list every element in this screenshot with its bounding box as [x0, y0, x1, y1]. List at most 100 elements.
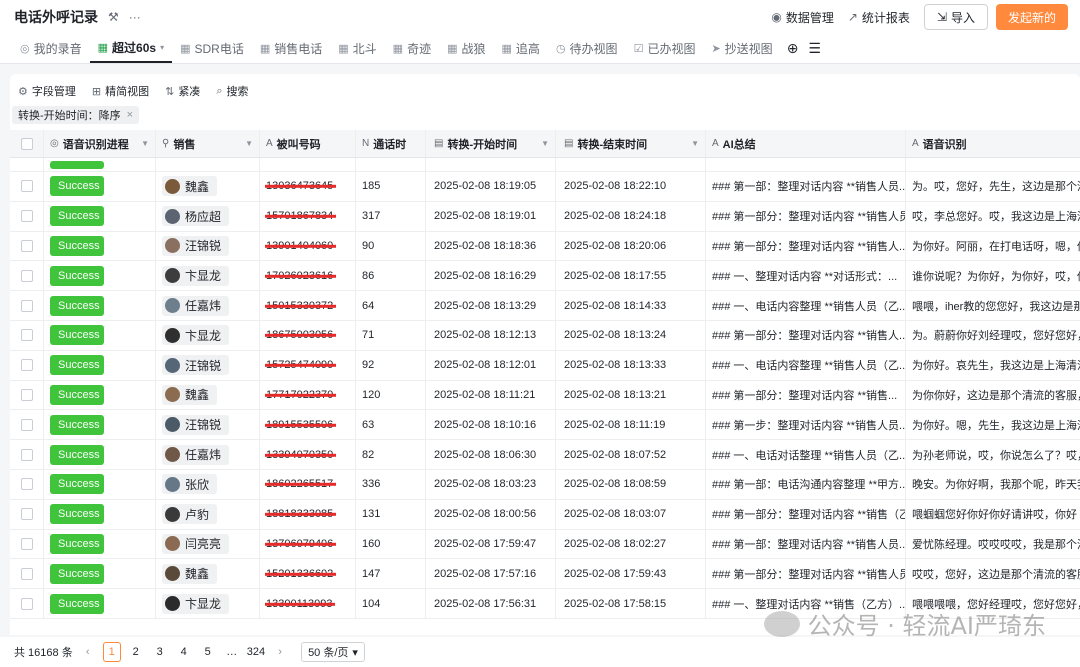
sort-filter-chip[interactable]: 转换-开始时间：降序 × — [12, 106, 140, 124]
sales-person-tag[interactable]: 汪锦锐 — [162, 414, 230, 435]
search-button[interactable]: ⌕ 搜索 — [216, 83, 248, 99]
caret-icon[interactable]: ▼ — [245, 139, 253, 148]
add-view-icon[interactable]: ⊕ — [787, 40, 799, 57]
page-size-select[interactable]: 50 条/页 ▾ — [301, 642, 365, 662]
table-row[interactable]: Success 魏鑫 15201336602 147 2025-02-08 17:57:… — [10, 559, 1080, 590]
row-checkbox[interactable] — [10, 529, 44, 559]
caret-icon[interactable]: ▼ — [541, 139, 549, 148]
table-row[interactable]: Success 魏鑫 17717022370 120 2025-02-08 18:11:… — [10, 380, 1080, 411]
field-manage-button[interactable]: ⚙ 字段管理 — [18, 83, 76, 99]
col-sales[interactable]: ⚲ 销售 ▼ — [156, 130, 260, 157]
list-menu-icon[interactable]: ☰ — [808, 40, 821, 57]
table-row[interactable]: Success 杨应超 15701867834 317 2025-02-08 18:19… — [10, 201, 1080, 232]
row-checkbox[interactable] — [10, 291, 44, 320]
row-checkbox[interactable] — [10, 201, 44, 231]
table-row[interactable]: Success 任嘉炜 15015330372 64 2025-02-08 18:13:… — [10, 291, 1080, 321]
table-row[interactable]: Success 卢豹 18818333085 131 2025-02-08 18:00:… — [10, 499, 1080, 530]
page-3[interactable]: 3 — [151, 642, 169, 662]
table-row[interactable]: Success 卞显龙 17026023616 86 2025-02-08 18:16:… — [10, 261, 1080, 292]
col-called-number[interactable]: A 被叫号码 — [260, 130, 356, 157]
row-checkbox[interactable] — [10, 410, 44, 440]
sales-person-tag[interactable]: 卞显龙 — [162, 265, 230, 286]
caret-icon[interactable]: ▼ — [691, 139, 699, 148]
import-button[interactable]: ⇲ 导入 — [923, 4, 988, 30]
row-checkbox[interactable] — [10, 469, 44, 499]
row-checkbox[interactable] — [10, 261, 44, 291]
tab-cc-view[interactable]: ➤ 抄送视图 — [703, 33, 780, 63]
sales-person-tag[interactable]: 张欣 — [162, 474, 218, 495]
select-all-checkbox[interactable] — [10, 130, 44, 157]
phone-cell: 15701867834 — [260, 201, 356, 231]
page-4[interactable]: 4 — [175, 642, 193, 662]
chevron-down-icon[interactable]: ▾ — [160, 43, 164, 52]
table-row[interactable]: Success 汪锦锐 18915535506 63 2025-02-08 18:10:… — [10, 410, 1080, 441]
row-checkbox[interactable] — [10, 231, 44, 261]
sales-person-tag[interactable]: 卞显龙 — [162, 593, 230, 614]
more-icon[interactable]: ··· — [129, 10, 141, 24]
row-checkbox[interactable] — [10, 320, 44, 350]
table-row[interactable]: Success 汪锦锐 15725474090 92 2025-02-08 18:12:… — [10, 350, 1080, 381]
tab-sales-calls[interactable]: ▦ 销售电话 — [252, 33, 330, 63]
sales-person-tag[interactable]: 魏鑫 — [162, 384, 218, 405]
table-row[interactable]: Success 卞显龙 18675003056 71 2025-02-08 18:12:… — [10, 320, 1080, 351]
tab-done-view[interactable]: ☑ 已办视图 — [626, 33, 704, 63]
row-checkbox[interactable] — [10, 559, 44, 589]
data-manage-link[interactable]: ◉ 数据管理 — [771, 9, 834, 26]
table-row[interactable]: Success 闫亮亮 13706079406 160 2025-02-08 17:59… — [10, 529, 1080, 560]
sales-person-tag[interactable]: 魏鑫 — [162, 563, 218, 584]
sales-person-tag[interactable]: 汪锦锐 — [162, 235, 230, 256]
row-checkbox[interactable] — [10, 350, 44, 380]
page-1[interactable]: 1 — [102, 642, 121, 662]
caret-icon[interactable]: ▼ — [141, 139, 149, 148]
close-icon[interactable]: × — [127, 109, 133, 121]
tab-todo-view[interactable]: ◷ 待办视图 — [548, 33, 626, 63]
new-button[interactable]: 发起新的 — [995, 4, 1068, 30]
stats-report-link[interactable]: ↗ 统计报表 — [848, 9, 910, 26]
page-5[interactable]: 5 — [199, 642, 217, 662]
sales-person-tag[interactable]: 闫亮亮 — [162, 533, 230, 554]
row-checkbox[interactable] — [10, 440, 44, 469]
col-start-time[interactable]: ▤ 转换-开始时间 ▼ — [426, 130, 556, 157]
page-last[interactable]: 324 — [247, 642, 265, 662]
sales-person-tag[interactable]: 卞显龙 — [162, 325, 230, 346]
table-row[interactable]: Success 魏鑫 13036473645 185 2025-02-08 18:19:… — [10, 172, 1080, 202]
row-checkbox[interactable] — [10, 380, 44, 410]
sales-person-tag[interactable]: 卢豹 — [162, 504, 218, 525]
table-row[interactable]: Success 卞显龙 13300113093 104 2025-02-08 17:56… — [10, 589, 1080, 619]
asr-cell: 哎哎，您好，这边是那个清流的客服 — [912, 568, 1080, 581]
start-time-cell: 2025-02-08 18:18:36 — [426, 231, 556, 261]
tab-over-60s[interactable]: ▦ 超过60s ▾ — [89, 33, 173, 63]
tab-sdr-calls[interactable]: ▦ SDR电话 — [172, 33, 252, 63]
table-row[interactable]: Success 张欣 18602265517 336 2025-02-08 18:03:… — [10, 469, 1080, 500]
end-time-cell: 2025-02-08 18:02:27 — [556, 529, 706, 559]
row-checkbox[interactable] — [10, 499, 44, 529]
row-checkbox[interactable] — [10, 172, 44, 201]
status-cell: Success — [44, 291, 156, 320]
col-asr[interactable]: A 语音识别 — [906, 130, 1080, 157]
wrench-icon[interactable]: ⚒ — [108, 10, 119, 24]
page-ellipsis[interactable]: … — [223, 642, 241, 662]
tab-beidou[interactable]: ▦ 北斗 — [330, 33, 384, 63]
sales-person-tag[interactable]: 汪锦锐 — [162, 355, 230, 376]
table-row[interactable]: Success 任嘉炜 13394070350 82 2025-02-08 18:06:… — [10, 440, 1080, 470]
col-ai-summary[interactable]: A AI总结 — [706, 130, 906, 157]
next-page-icon[interactable]: › — [271, 642, 289, 662]
table-row[interactable]: Success 汪锦锐 13901404060 90 2025-02-08 18:18:… — [10, 231, 1080, 262]
tab-zhuigao[interactable]: ▦ 追高 — [494, 33, 548, 63]
tight-button[interactable]: ⇅ 紧凑 — [165, 83, 200, 99]
sales-person-tag[interactable]: 任嘉炜 — [162, 444, 230, 465]
sales-person-tag[interactable]: 任嘉炜 — [162, 295, 230, 316]
col-asr-progress[interactable]: ◎ 语音识别进程 ▼ — [44, 130, 156, 157]
prev-page-icon[interactable]: ‹ — [79, 642, 97, 662]
tab-my-recordings[interactable]: ◎ 我的录音 — [12, 33, 90, 63]
sales-person-tag[interactable]: 杨应超 — [162, 206, 230, 227]
end-time-cell: 2025-02-08 17:59:43 — [556, 559, 706, 589]
tab-qiji[interactable]: ▦ 奇迹 — [385, 33, 439, 63]
col-duration[interactable]: N 通话时 — [356, 130, 426, 157]
tab-zhanlang[interactable]: ▦ 战狼 — [439, 33, 493, 63]
col-end-time[interactable]: ▤ 转换-结束时间 ▼ — [556, 130, 706, 157]
page-2[interactable]: 2 — [127, 642, 145, 662]
sales-person-tag[interactable]: 魏鑫 — [162, 176, 218, 197]
compact-view-button[interactable]: ⊞ 精简视图 — [92, 83, 149, 99]
row-checkbox[interactable] — [10, 589, 44, 618]
